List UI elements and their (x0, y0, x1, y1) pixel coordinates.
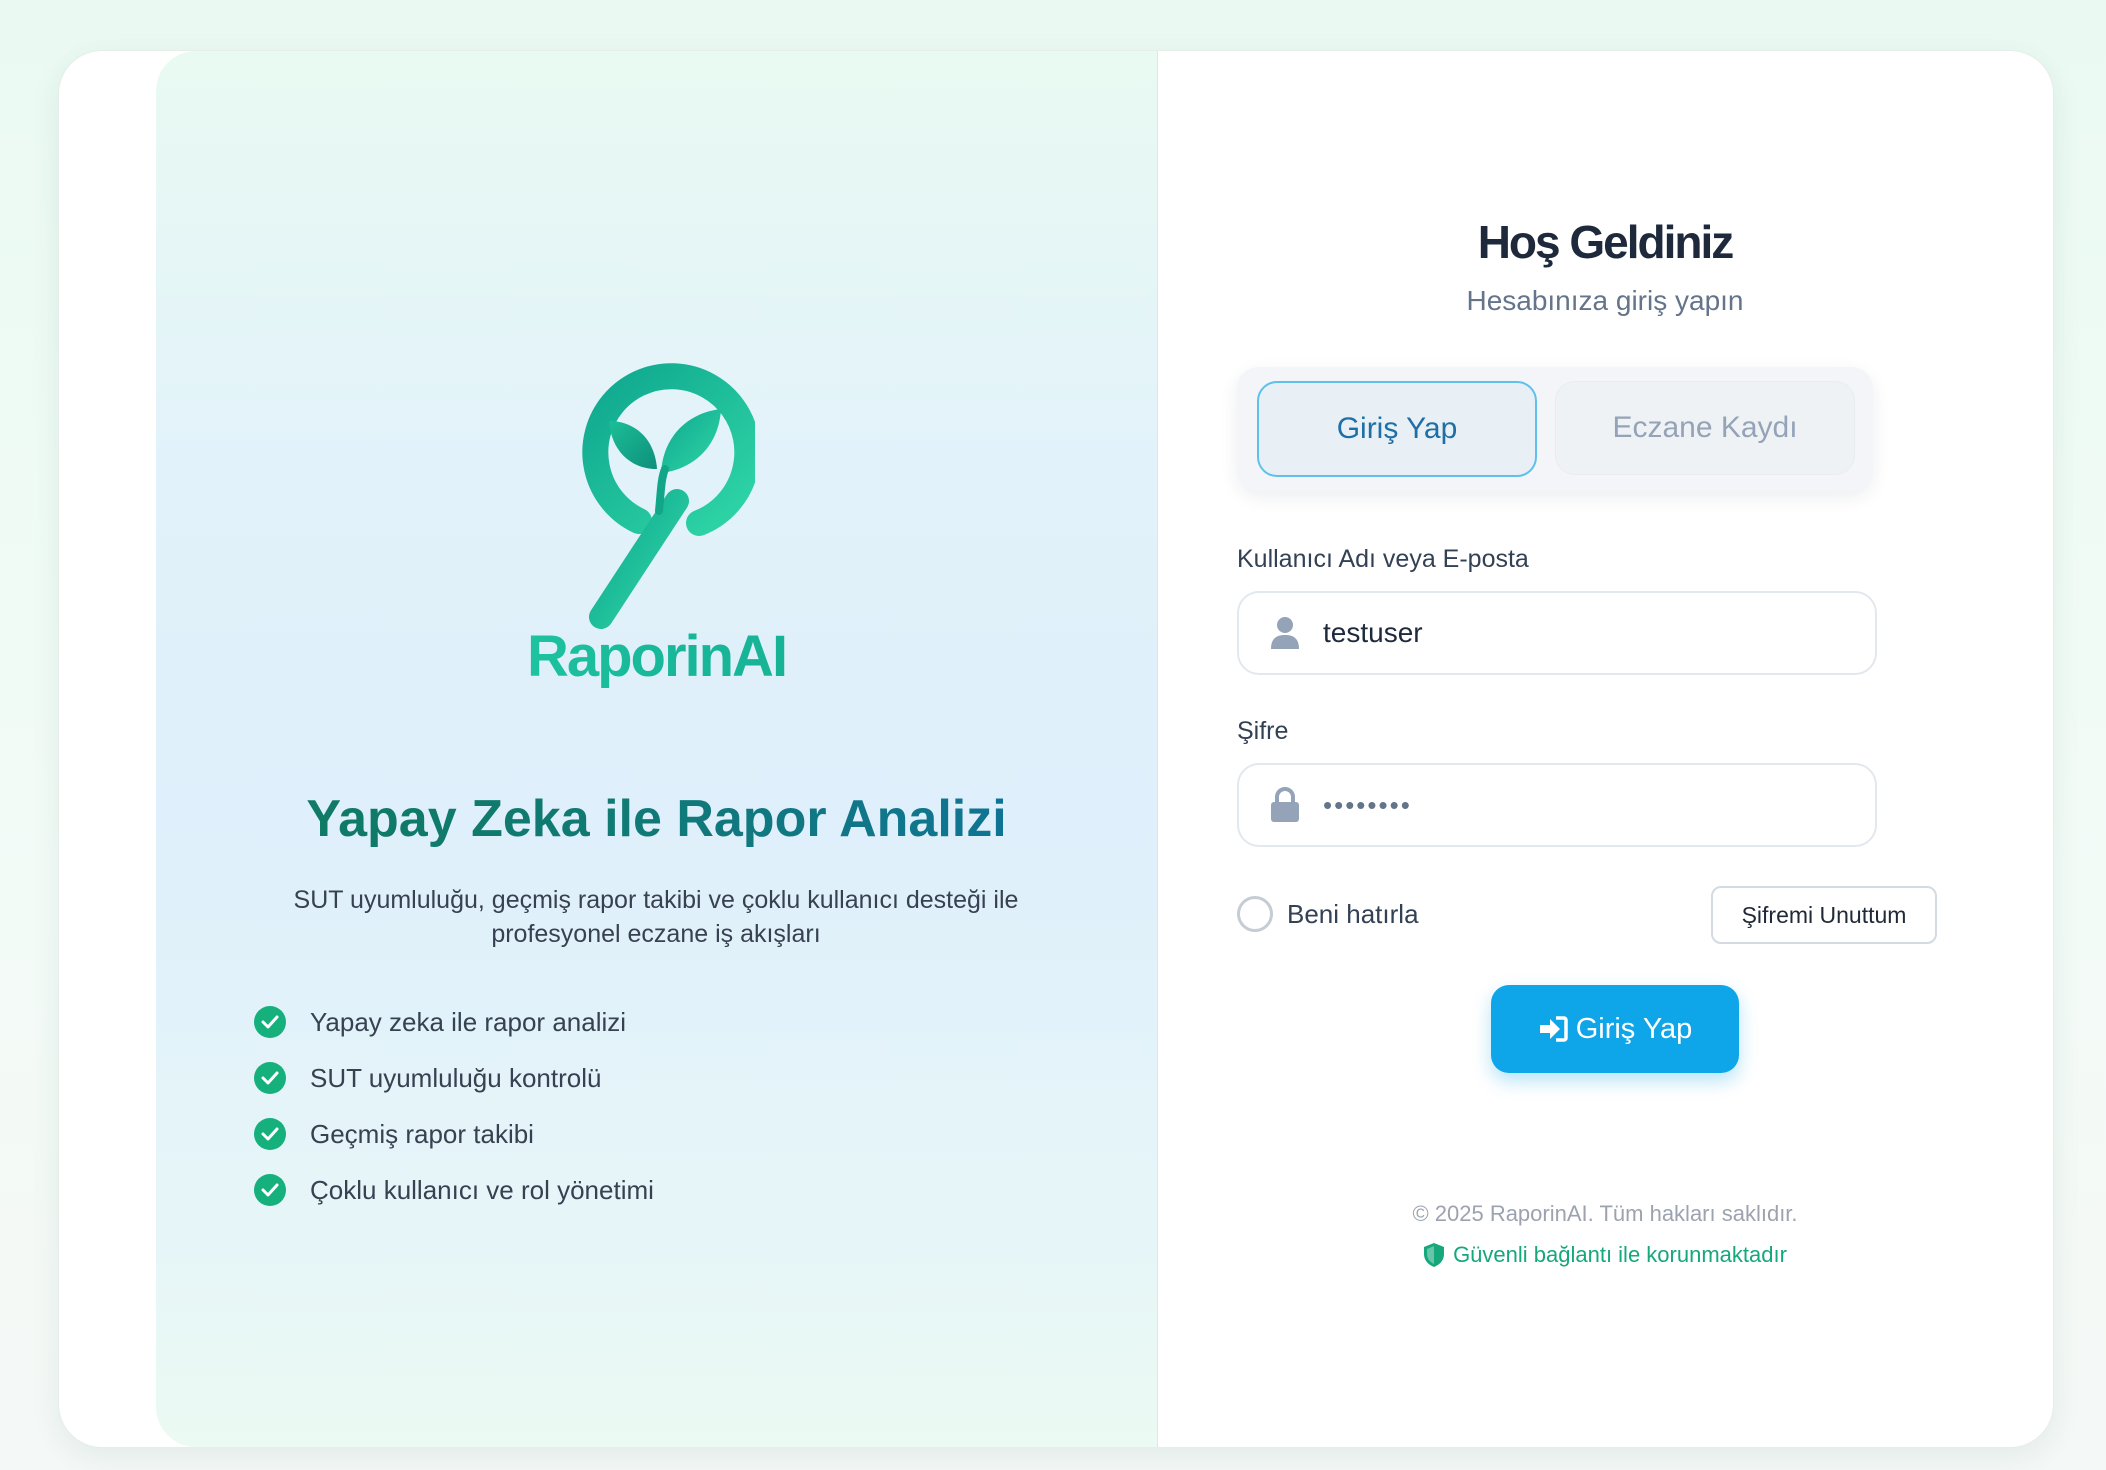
password-field[interactable]: •••••••• (1237, 763, 1877, 847)
login-panel: Hoş Geldiniz Hesabınıza giriş yapın Giri… (1157, 51, 2053, 1447)
feature-item: Çoklu kullanıcı ve rol yönetimi (254, 1162, 654, 1218)
feature-item: Geçmiş rapor takibi (254, 1106, 654, 1162)
feature-text: Geçmiş rapor takibi (310, 1118, 534, 1149)
secure-connection: Güvenli bağlantı ile korunmaktadır (1157, 1242, 2053, 1268)
sign-in-icon (1539, 1016, 1568, 1042)
page-subtitle: Hesabınıza giriş yapın (1466, 285, 1744, 316)
username-field[interactable]: testuser (1237, 591, 1877, 675)
shield-icon (1424, 1243, 1445, 1267)
password-label: Şifre (1237, 717, 1289, 745)
leaf-magnifier-icon (582, 363, 755, 629)
headline: Yapay Zeka ile Rapor Analizi (156, 789, 1157, 849)
remember-label: Beni hatırla (1287, 898, 1419, 929)
login-button-label: Giriş Yap (1575, 1012, 1693, 1045)
description: SUT uyumluluğu, geçmiş rapor takibi ve ç… (293, 886, 1019, 948)
remember-me[interactable]: Beni hatırla (1237, 896, 1419, 932)
feature-list: Yapay zeka ile rapor analizi SUT uyumlul… (254, 994, 654, 1218)
feature-text: SUT uyumluluğu kontrolü (310, 1062, 602, 1093)
app-name: RaporinAI (156, 623, 1157, 690)
check-circle-icon (254, 1174, 286, 1206)
login-card: RaporinAI Yapay Zeka ile Rapor Analizi S… (58, 50, 2054, 1448)
check-circle-icon (254, 1006, 286, 1038)
tab-login[interactable]: Giriş Yap (1257, 381, 1537, 477)
check-circle-icon (254, 1118, 286, 1150)
login-button[interactable]: Giriş Yap (1491, 985, 1739, 1073)
lock-icon (1265, 787, 1305, 823)
feature-item: SUT uyumluluğu kontrolü (254, 1050, 654, 1106)
feature-item: Yapay zeka ile rapor analizi (254, 994, 654, 1050)
username-input[interactable]: testuser (1323, 617, 1423, 649)
forgot-password-button[interactable]: Şifremi Unuttum (1711, 886, 1937, 944)
secure-text: Güvenli bağlantı ile korunmaktadır (1453, 1242, 1787, 1267)
username-label: Kullanıcı Adı veya E-posta (1237, 545, 1529, 573)
user-icon (1265, 616, 1305, 650)
copyright: © 2025 RaporinAI. Tüm hakları saklıdır. (1412, 1201, 1798, 1226)
page-title: Hoş Geldiniz (1477, 216, 1735, 268)
tab-pharmacy-register[interactable]: Eczane Kaydı (1555, 381, 1855, 475)
auth-tabs: Giriş Yap Eczane Kaydı (1237, 367, 1873, 491)
feature-text: Yapay zeka ile rapor analizi (310, 1006, 627, 1037)
branding-panel: RaporinAI Yapay Zeka ile Rapor Analizi S… (156, 51, 1158, 1447)
check-circle-icon (254, 1062, 286, 1094)
password-input[interactable]: •••••••• (1323, 790, 1412, 821)
feature-text: Çoklu kullanıcı ve rol yönetimi (310, 1174, 654, 1205)
remember-checkbox[interactable] (1237, 896, 1273, 932)
